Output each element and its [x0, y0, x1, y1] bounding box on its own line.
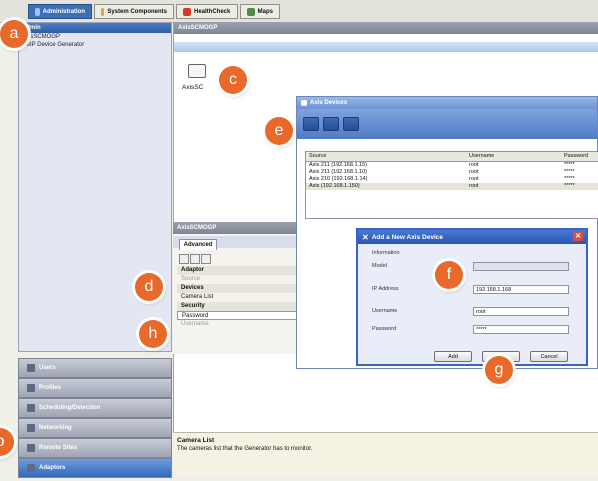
callout-f: f: [435, 261, 463, 289]
callout-a: a: [0, 20, 28, 48]
properties-header: AxisSCMOGP: [173, 222, 311, 234]
username-label: Username: [372, 308, 398, 314]
table-header: Source Username Password: [306, 152, 598, 162]
nav-scheduling-detection[interactable]: Scheduling/Detection: [18, 398, 172, 418]
admin-tree-panel: Admin AxisSCMOGP VSIP Device Generator: [18, 22, 172, 352]
nav-networking[interactable]: Networking: [18, 418, 172, 438]
prop-row-password[interactable]: Password: [177, 311, 305, 320]
edit-device-button[interactable]: [323, 117, 339, 131]
col-username[interactable]: Username: [469, 152, 494, 161]
col-password[interactable]: Password: [564, 152, 588, 161]
components-icon: [101, 7, 105, 16]
tab-system-components[interactable]: System Components: [94, 4, 174, 19]
device-label[interactable]: AxisSC: [182, 84, 203, 91]
add-dialog-titlebar[interactable]: ✕ Add a New Axis Device ✕: [358, 230, 586, 244]
prop-category-adaptor[interactable]: Adaptor: [177, 266, 305, 275]
prop-row-username[interactable]: Username: [177, 320, 305, 329]
info-text: The cameras list that the Generator has …: [177, 446, 313, 452]
tab-healthcheck[interactable]: HealthCheck: [176, 4, 238, 19]
username-field[interactable]: root: [473, 307, 569, 316]
networking-icon: [27, 424, 35, 432]
callout-e: e: [265, 117, 293, 145]
properties-panel: AxisSCMOGP Advanced Adaptor Source Devic…: [173, 222, 311, 354]
axis-window-toolbar: [297, 109, 597, 139]
table-row[interactable]: Axis 211 (192.168.1.10) root *****: [306, 169, 598, 176]
cancel-button[interactable]: Cancel: [530, 351, 568, 362]
profiles-icon: [27, 384, 35, 392]
scheduling-icon: [27, 404, 35, 412]
add-axis-device-dialog: ✕ Add a New Axis Device ✕ Information Mo…: [356, 228, 588, 366]
col-source[interactable]: Source: [309, 152, 326, 161]
property-pages-icon[interactable]: [201, 254, 211, 264]
tab-maps[interactable]: Maps: [240, 4, 280, 19]
password-label: Password: [372, 326, 397, 332]
close-icon[interactable]: ✕: [573, 232, 583, 241]
model-field[interactable]: [473, 262, 569, 271]
table-row[interactable]: Axis (192.168.1.150) root *****: [306, 183, 598, 190]
main-header: AxisSCMOGP: [174, 22, 598, 34]
dialog-app-icon: ✕: [362, 232, 369, 242]
callout-g: g: [485, 356, 513, 384]
callout-d: d: [135, 273, 163, 301]
prop-category-devices[interactable]: Devices: [177, 284, 305, 293]
table-row[interactable]: Axis 210 (192.168.1.14) root *****: [306, 176, 598, 183]
alphabetical-sort-icon[interactable]: [190, 254, 200, 264]
tree-item-axisscmogp[interactable]: AxisSCMOGP: [19, 33, 171, 41]
nav-users[interactable]: Users: [18, 358, 172, 378]
users-icon: [27, 364, 35, 372]
ip-address-label: IP Address: [372, 286, 399, 292]
tab-advanced[interactable]: Advanced: [179, 239, 217, 250]
tree-item-vsip-generator[interactable]: VSIP Device Generator: [19, 41, 171, 49]
top-tab-strip: Administration System Components HealthC…: [0, 0, 598, 23]
delete-device-button[interactable]: [343, 117, 359, 131]
add-button[interactable]: Add: [434, 351, 472, 362]
add-device-button[interactable]: [303, 117, 319, 131]
adaptors-icon: [27, 464, 35, 472]
property-description-box: Camera List The cameras list that the Ge…: [173, 432, 598, 475]
information-section-label: Information: [372, 250, 400, 256]
model-label: Model: [372, 263, 387, 269]
health-cross-icon: [183, 7, 191, 16]
nav-profiles[interactable]: Profiles: [18, 378, 172, 398]
axis-devices-table: Source Username Password Axis 211 (192.1…: [305, 151, 598, 219]
info-title: Camera List: [177, 437, 215, 444]
maps-icon: [247, 7, 255, 16]
nav-remote-sites[interactable]: Remote Sites: [18, 438, 172, 458]
callout-b: b: [0, 428, 14, 456]
admin-icon: [35, 7, 40, 16]
camera-device-icon[interactable]: [188, 64, 206, 78]
remote-sites-icon: [27, 444, 35, 452]
tab-administration[interactable]: Administration: [28, 4, 92, 19]
prop-row-camera-list[interactable]: Camera List: [177, 293, 305, 302]
ip-address-field[interactable]: 192.168.1.168: [473, 285, 569, 294]
prop-row-source[interactable]: Source: [177, 275, 305, 284]
admin-panel-header: Admin: [19, 23, 171, 33]
prop-category-security[interactable]: Security: [177, 302, 305, 311]
callout-c: c: [219, 66, 247, 94]
table-row[interactable]: Axis 211 (192.168.1.15) root *****: [306, 162, 598, 169]
callout-h: h: [139, 320, 167, 348]
nav-adaptors[interactable]: Adaptors: [18, 458, 172, 478]
window-app-icon: [301, 100, 307, 106]
main-toolbar-strip: [174, 42, 598, 52]
categorized-sort-icon[interactable]: [179, 254, 189, 264]
axis-window-titlebar[interactable]: Axis Devices: [297, 97, 597, 109]
password-field[interactable]: *****: [473, 325, 569, 334]
